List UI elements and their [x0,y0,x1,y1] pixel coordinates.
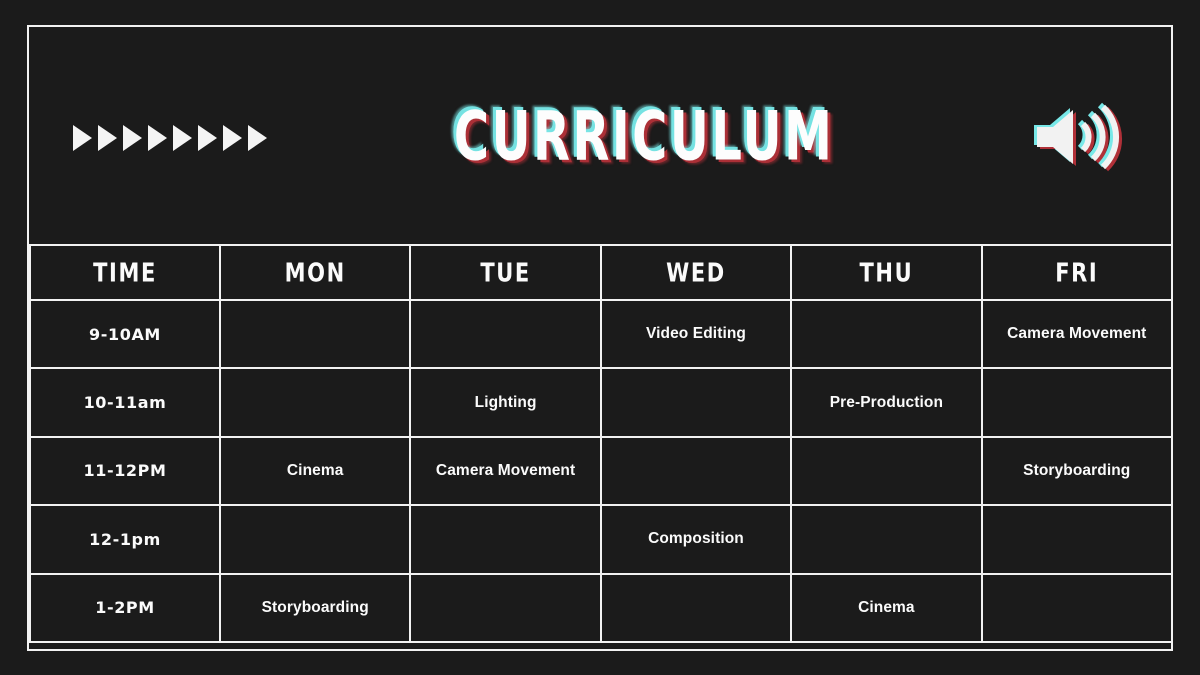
column-header-mon-label: MON [284,257,346,288]
column-header-tue: TUE [409,244,602,301]
schedule-cell[interactable]: Lighting [409,367,602,438]
schedule-cell[interactable] [599,435,793,507]
schedule-cell[interactable]: Pre-Production [790,367,983,438]
page-title-text: CURRICULUM [453,97,835,176]
schedule-cell[interactable]: Composition [599,504,793,575]
table-row: 10-11am Lighting Pre-Production [29,367,1173,438]
schedule-cell[interactable] [599,572,793,643]
play-triangle-icon [248,124,267,151]
table-row: 11-12PM Cinema Camera Movement Storyboar… [29,435,1173,507]
schedule-cell[interactable] [218,367,412,438]
time-slot-label: 11-12PM [29,435,221,507]
column-header-mon: MON [218,244,412,301]
column-header-tue-label: TUE [480,257,531,288]
column-header-fri-label: FRI [1055,257,1099,288]
slide-canvas: CURRICULUM TIME MON TUE WED THU FRI 9-10… [0,0,1200,675]
time-slot-label: 12-1pm [29,504,221,575]
schedule-cell[interactable]: Cinema [790,572,983,643]
speaker-volume-icon [1031,102,1123,172]
time-slot-label: 10-11am [29,367,221,438]
play-triangle-icon [223,124,242,151]
play-triangle-icon [198,124,217,151]
schedule-cell[interactable] [980,367,1173,438]
schedule-cell[interactable] [790,435,983,507]
play-triangle-icon [123,124,142,151]
schedule-cell[interactable] [409,298,602,370]
schedule-cell[interactable]: Cinema [218,435,412,507]
play-triangle-icon [173,124,192,151]
schedule-cell[interactable]: Storyboarding [218,572,412,643]
arrow-decoration-strip [73,124,267,151]
table-header-row: TIME MON TUE WED THU FRI [29,244,1173,301]
column-header-time-label: TIME [93,257,157,288]
schedule-cell[interactable] [218,504,412,575]
time-slot-label: 9-10AM [29,298,221,370]
play-triangle-icon [148,124,167,151]
column-header-wed: WED [599,244,793,301]
play-triangle-icon [73,124,92,151]
slide-frame-border: CURRICULUM TIME MON TUE WED THU FRI 9-10… [27,25,1173,651]
play-triangle-icon [98,124,117,151]
page-title: CURRICULUM [450,97,838,176]
table-row: 1-2PM Storyboarding Cinema [29,572,1173,643]
schedule-cell[interactable]: Camera Movement [409,435,602,507]
column-header-thu-label: THU [859,257,914,288]
schedule-cell[interactable]: Video Editing [599,298,793,370]
schedule-cell[interactable] [790,504,983,575]
time-slot-label: 1-2PM [29,572,221,643]
schedule-cell[interactable] [980,504,1173,575]
schedule-cell[interactable]: Storyboarding [980,435,1173,507]
schedule-cell[interactable] [980,572,1173,643]
slide-header: CURRICULUM [29,27,1171,244]
column-header-wed-label: WED [666,257,726,288]
schedule-cell[interactable] [409,504,602,575]
column-header-time: TIME [29,244,221,301]
table-row: 9-10AM Video Editing Camera Movement [29,298,1173,370]
schedule-cell[interactable] [218,298,412,370]
schedule-cell[interactable]: Camera Movement [980,298,1173,370]
column-header-fri: FRI [980,244,1173,301]
column-header-thu: THU [790,244,983,301]
schedule-cell[interactable] [599,367,793,438]
curriculum-schedule-table: TIME MON TUE WED THU FRI 9-10AM Video Ed… [29,244,1173,643]
table-row: 12-1pm Composition [29,504,1173,575]
schedule-cell[interactable] [409,572,602,643]
schedule-cell[interactable] [790,298,983,370]
